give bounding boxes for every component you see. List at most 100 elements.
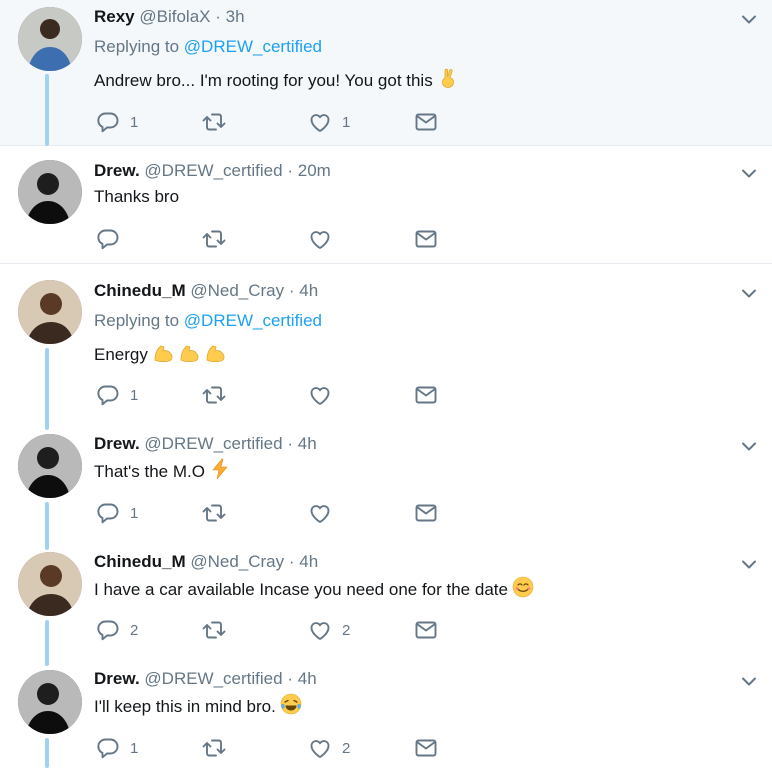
reply-icon xyxy=(97,503,119,524)
envelope-icon xyxy=(415,504,437,522)
tweet[interactable]: Drew. @DREW_certified · 4h That's the M.… xyxy=(0,418,772,534)
avatar[interactable] xyxy=(18,280,82,344)
chevron-down-icon[interactable] xyxy=(738,282,760,304)
reply-button[interactable]: 1 xyxy=(96,109,138,135)
direct-message-button[interactable] xyxy=(414,382,438,408)
reply-button[interactable]: 1 xyxy=(96,735,138,761)
tweet-actions: 1 xyxy=(96,500,456,526)
user-name[interactable]: Drew. xyxy=(94,669,140,688)
like-button[interactable]: 2 xyxy=(308,617,350,643)
mention-link[interactable]: @DREW_certified xyxy=(184,311,322,330)
retweet-button[interactable] xyxy=(202,226,236,252)
heart-icon xyxy=(310,505,330,523)
avatar[interactable] xyxy=(18,160,82,224)
avatar[interactable] xyxy=(18,670,82,734)
direct-message-button[interactable] xyxy=(414,226,438,252)
retweet-button[interactable] xyxy=(202,109,236,135)
direct-message-button[interactable] xyxy=(414,735,438,761)
like-button[interactable] xyxy=(308,500,342,526)
separator-dot: · xyxy=(287,434,293,453)
chevron-down-icon[interactable] xyxy=(738,670,760,692)
tweet-text: I'll keep this in mind bro. xyxy=(94,693,302,718)
user-handle[interactable]: @DREW_certified xyxy=(144,669,282,688)
retweet-button[interactable] xyxy=(202,500,236,526)
retweet-button[interactable] xyxy=(202,617,236,643)
retweet-icon xyxy=(202,739,226,757)
reply-icon xyxy=(97,112,119,133)
envelope-icon xyxy=(415,113,437,131)
retweet-icon xyxy=(202,113,226,131)
tweet[interactable]: Chinedu_M @Ned_Cray · 4h I have a car av… xyxy=(0,536,772,654)
direct-message-button[interactable] xyxy=(414,500,438,526)
user-handle[interactable]: @Ned_Cray xyxy=(190,552,284,571)
chevron-down-icon[interactable] xyxy=(738,553,760,575)
timestamp[interactable]: 4h xyxy=(298,434,317,453)
heart-icon xyxy=(310,740,330,758)
retweet-icon xyxy=(202,504,226,522)
thread-line xyxy=(45,74,49,146)
tweet-header: Chinedu_M @Ned_Cray · 4h xyxy=(94,552,318,572)
reply-button[interactable]: 1 xyxy=(96,500,138,526)
like-button[interactable]: 2 xyxy=(308,735,350,761)
direct-message-button[interactable] xyxy=(414,617,438,643)
user-handle[interactable]: @DREW_certified xyxy=(144,434,282,453)
reply-count: 1 xyxy=(130,113,139,131)
user-name[interactable]: Drew. xyxy=(94,161,140,180)
timestamp[interactable]: 20m xyxy=(298,161,331,180)
user-name[interactable]: Chinedu_M xyxy=(94,552,186,571)
tweet-actions xyxy=(96,226,456,252)
chevron-down-icon[interactable] xyxy=(738,162,760,184)
retweet-button[interactable] xyxy=(202,382,236,408)
separator-dot: · xyxy=(287,161,293,180)
like-button[interactable] xyxy=(308,226,342,252)
tweet-text-content: That's the M.O xyxy=(94,462,205,481)
tweet-text-content: Thanks bro xyxy=(94,187,180,206)
envelope-icon xyxy=(415,621,437,639)
tweet-text: That's the M.O xyxy=(94,458,231,483)
retweet-icon xyxy=(202,621,226,639)
direct-message-button[interactable] xyxy=(414,109,438,135)
victory-hand-emoji-icon xyxy=(437,67,459,89)
timestamp[interactable]: 4h xyxy=(299,281,318,300)
chevron-down-icon[interactable] xyxy=(738,435,760,457)
timestamp[interactable]: 4h xyxy=(299,552,318,571)
tweet-header: Rexy @BifolaX · 3h xyxy=(94,7,245,27)
chevron-down-icon[interactable] xyxy=(738,8,760,30)
timestamp[interactable]: 3h xyxy=(226,7,245,26)
tweet[interactable]: Drew. @DREW_certified · 20m Thanks bro xyxy=(0,146,772,264)
like-count: 1 xyxy=(342,113,351,131)
reply-icon xyxy=(97,620,119,641)
tweet[interactable]: Drew. @DREW_certified · 4h I'll keep thi… xyxy=(0,654,772,768)
reply-button[interactable] xyxy=(96,226,130,252)
tweet[interactable]: Chinedu_M @Ned_Cray · 4h Replying to @DR… xyxy=(0,264,772,414)
reply-count: 1 xyxy=(130,386,139,404)
retweet-button[interactable] xyxy=(202,735,236,761)
like-button[interactable]: 1 xyxy=(308,109,350,135)
lightning-emoji-icon xyxy=(209,458,231,480)
tears-of-joy-emoji-icon xyxy=(280,693,302,715)
like-button[interactable] xyxy=(308,382,342,408)
reply-button[interactable]: 1 xyxy=(96,382,138,408)
avatar[interactable] xyxy=(18,434,82,498)
like-count: 2 xyxy=(342,739,351,757)
tweet-text-content: Energy xyxy=(94,345,148,364)
timestamp[interactable]: 4h xyxy=(298,669,317,688)
separator-dot: · xyxy=(215,7,221,26)
reply-button[interactable]: 2 xyxy=(96,617,138,643)
tweet-header: Drew. @DREW_certified · 4h xyxy=(94,669,317,689)
heart-icon xyxy=(310,231,330,249)
user-name[interactable]: Drew. xyxy=(94,434,140,453)
avatar[interactable] xyxy=(18,7,82,71)
tweet[interactable]: Rexy @BifolaX · 3h Replying to @DREW_cer… xyxy=(0,0,772,146)
user-handle[interactable]: @BifolaX xyxy=(139,7,210,26)
separator-dot: · xyxy=(287,669,293,688)
tweet-text: I have a car available Incase you need o… xyxy=(94,576,534,601)
user-name[interactable]: Chinedu_M xyxy=(94,281,186,300)
user-handle[interactable]: @Ned_Cray xyxy=(190,281,284,300)
reply-count: 2 xyxy=(130,621,139,639)
tweet-actions: 1 2 xyxy=(96,735,456,761)
user-handle[interactable]: @DREW_certified xyxy=(144,161,282,180)
user-name[interactable]: Rexy xyxy=(94,7,135,26)
mention-link[interactable]: @DREW_certified xyxy=(184,37,322,56)
avatar[interactable] xyxy=(18,552,82,616)
